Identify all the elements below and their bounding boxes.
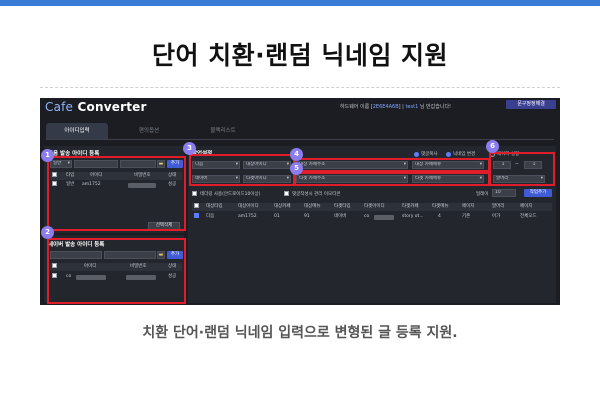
tab-separator xyxy=(46,139,554,140)
highlight-box-5 xyxy=(294,172,490,186)
task-select-all-checkbox[interactable] xyxy=(194,203,199,208)
highlight-box-2 xyxy=(47,238,186,304)
row-checkbox[interactable] xyxy=(194,213,199,218)
badge-6: 6 xyxy=(486,140,499,153)
highlight-box-3 xyxy=(189,154,295,186)
tab-id-input[interactable]: 아이디입력 xyxy=(46,123,108,139)
nickname-change-option[interactable] xyxy=(446,152,451,157)
app-logo: Cafe Converter xyxy=(45,100,147,114)
add-task-button[interactable]: 작업추가 xyxy=(524,189,552,197)
badge-4: 4 xyxy=(290,148,303,161)
app-screenshot: Cafe Converter 하드웨어 이름 [2E6E4A6B] | test… xyxy=(40,98,560,305)
badge-1: 1 xyxy=(41,149,54,162)
badge-2: 2 xyxy=(41,226,54,239)
inquiry-button[interactable]: 문구정정해결 xyxy=(506,100,556,109)
badge-5: 5 xyxy=(290,162,303,175)
tab-convenience-options[interactable]: 편의옵션 xyxy=(118,123,180,139)
page-caption: 치환 단어·랜덤 닉네임 입력으로 변형된 글 등록 지원. xyxy=(142,325,458,341)
welcome-text: 하드웨어 이름 [2E6E4A6B] | test1 님 반갑습니다! xyxy=(340,104,452,110)
tethering-checkbox[interactable] xyxy=(192,191,197,196)
top-accent-bar xyxy=(0,0,600,6)
comment-emoticon-checkbox[interactable] xyxy=(284,191,289,196)
tab-blacklist[interactable]: 블랙리스트 xyxy=(192,123,254,139)
title-divider xyxy=(40,87,560,88)
highlight-box-1 xyxy=(47,156,186,231)
highlight-box-6 xyxy=(489,152,555,186)
page-title: 단어 치환·랜덤 닉네임 지원 xyxy=(151,41,449,70)
highlight-box-4 xyxy=(294,158,490,172)
masked-target-id xyxy=(374,214,394,220)
task-table-header: 대상타입 대상아이디 대상카페 대상메뉴 타겟타입 타겟아이디 타겟카페 타겟메… xyxy=(192,203,552,211)
table-row[interactable]: 다음 am1752 01 91 네이버 co story ot... 4 기존 … xyxy=(192,213,552,221)
copy-comments-option[interactable] xyxy=(414,152,419,157)
badge-3: 3 xyxy=(183,142,196,155)
delay-input[interactable]: 10 xyxy=(492,189,516,197)
